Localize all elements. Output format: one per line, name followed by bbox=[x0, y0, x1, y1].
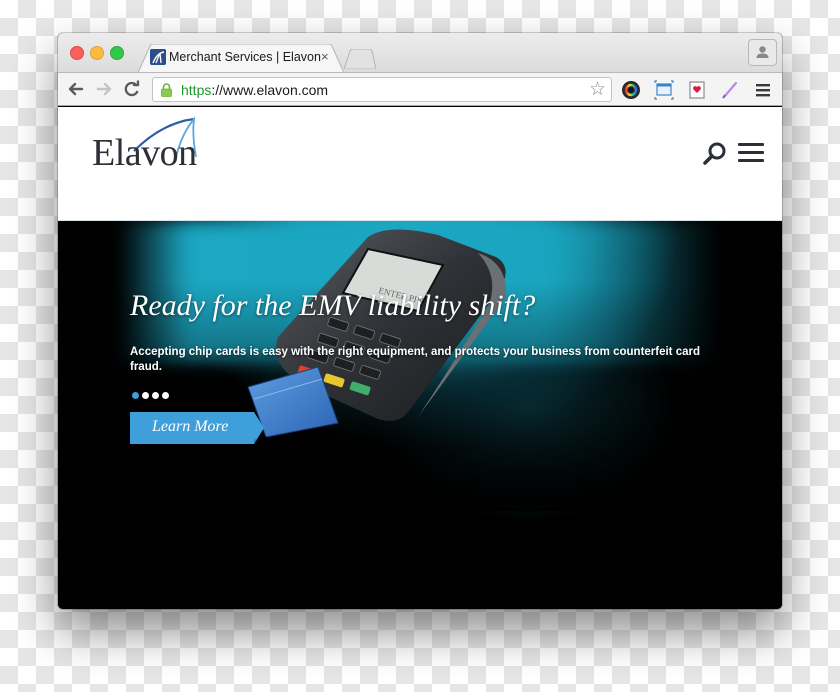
bookmark-star-icon[interactable]: ☆ bbox=[589, 79, 606, 101]
site-menu-button[interactable] bbox=[738, 143, 764, 163]
card-terminal-image: ENTER PIN bbox=[247, 229, 507, 437]
address-bar[interactable]: https://www.elavon.com ☆ bbox=[152, 77, 612, 102]
reload-icon bbox=[124, 80, 140, 97]
reload-button[interactable] bbox=[122, 79, 142, 99]
title-bar: Merchant Services | Elavon × bbox=[58, 33, 782, 73]
hero-subtitle: Accepting chip cards is easy with the ri… bbox=[130, 346, 701, 373]
hero-title: Ready for the EMV liability shift? bbox=[130, 289, 536, 322]
logo-text: Elavon bbox=[92, 132, 197, 174]
learn-more-button[interactable]: Learn More bbox=[130, 412, 264, 444]
pen-icon[interactable] bbox=[720, 80, 740, 100]
browser-window: Merchant Services | Elavon × https://www… bbox=[58, 33, 782, 609]
carousel-dot-3[interactable] bbox=[152, 392, 159, 399]
url-host: ://www.elavon.com bbox=[211, 82, 329, 98]
profile-icon bbox=[756, 46, 769, 58]
menu-line bbox=[738, 151, 764, 154]
back-button[interactable] bbox=[66, 79, 86, 99]
close-window-button[interactable] bbox=[70, 46, 84, 60]
carousel-indicators bbox=[132, 392, 169, 399]
learn-more-label: Learn More bbox=[152, 418, 229, 435]
carousel-dot-2[interactable] bbox=[142, 392, 149, 399]
menu-line bbox=[738, 159, 764, 162]
search-icon[interactable] bbox=[702, 141, 728, 167]
browser-menu-icon[interactable] bbox=[753, 80, 773, 100]
menu-line bbox=[738, 143, 764, 146]
browser-toolbar: https://www.elavon.com ☆ bbox=[58, 72, 782, 106]
new-tab-button[interactable] bbox=[344, 49, 376, 69]
hero-banner: ENTER PIN Ready for the EMV liability sh… bbox=[58, 221, 782, 609]
color-picker-icon[interactable] bbox=[621, 80, 641, 100]
minimize-window-button[interactable] bbox=[90, 46, 104, 60]
zoom-window-button[interactable] bbox=[110, 46, 124, 60]
carousel-dot-1[interactable] bbox=[132, 392, 139, 399]
profile-button[interactable] bbox=[748, 39, 777, 66]
url-text[interactable]: https://www.elavon.com bbox=[181, 82, 328, 98]
url-scheme: https bbox=[181, 82, 212, 98]
carousel-dot-4[interactable] bbox=[162, 392, 169, 399]
page-content: Elavon ENTER PIN Ready for the EMV liabi… bbox=[58, 107, 782, 609]
site-header: Elavon bbox=[58, 107, 782, 221]
screenshot-icon[interactable] bbox=[654, 80, 674, 100]
elavon-logo[interactable]: Elavon bbox=[92, 117, 222, 177]
forward-button[interactable] bbox=[94, 79, 114, 99]
lock-icon bbox=[161, 83, 172, 97]
pocket-icon[interactable] bbox=[687, 80, 707, 100]
arrow-left-icon bbox=[68, 82, 84, 96]
elavon-favicon-icon bbox=[150, 49, 166, 65]
tab-close-icon[interactable]: × bbox=[321, 49, 329, 64]
tab-title: Merchant Services | Elavon bbox=[169, 50, 321, 64]
arrow-right-icon bbox=[96, 82, 112, 96]
